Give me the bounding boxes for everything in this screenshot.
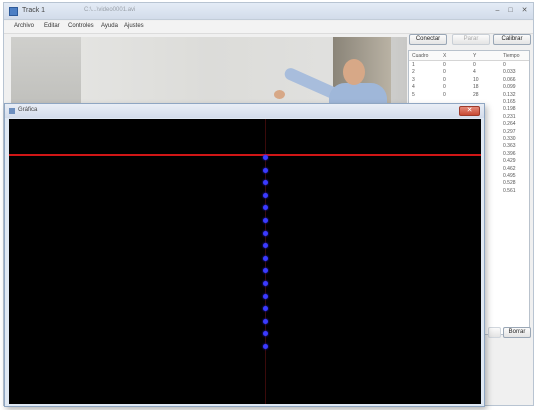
track-point bbox=[263, 293, 268, 299]
minimize-button[interactable]: – bbox=[491, 6, 504, 16]
table-cell: 0 bbox=[443, 91, 446, 98]
table-cell: 4 bbox=[412, 84, 415, 91]
table-cell: 0.495 bbox=[503, 173, 516, 179]
table-cell: 0.099 bbox=[503, 84, 516, 91]
graph-window: Gráfica ✕ bbox=[4, 103, 485, 407]
secondary-action-button[interactable] bbox=[488, 327, 501, 338]
track-point bbox=[263, 306, 268, 312]
table-cell: 0 bbox=[503, 62, 506, 68]
track-point bbox=[263, 218, 268, 223]
table-cell: 0.198 bbox=[503, 106, 516, 113]
table-cell: 5 bbox=[412, 91, 415, 98]
table-cell: 4 bbox=[473, 69, 476, 76]
table-cell: 0 bbox=[443, 76, 446, 83]
track-point bbox=[263, 331, 268, 337]
table-cell: 0.330 bbox=[503, 136, 516, 142]
menu-bar: Archivo Editar Controles Ayuda Ajustes bbox=[4, 21, 533, 34]
menu-item-ayuda[interactable]: Ayuda bbox=[101, 23, 118, 29]
track-point bbox=[263, 255, 268, 261]
graph-window-icon bbox=[9, 108, 15, 114]
table-cell: 0.561 bbox=[503, 187, 516, 194]
track-point bbox=[263, 344, 268, 349]
table-cell: 0.165 bbox=[503, 99, 516, 105]
table-cell: 0.066 bbox=[503, 76, 516, 83]
close-button[interactable]: ✕ bbox=[518, 6, 531, 16]
calibrate-button[interactable]: Calibrar bbox=[493, 34, 531, 45]
menu-item-controles[interactable]: Controles bbox=[68, 23, 94, 29]
track-point bbox=[263, 281, 268, 286]
table-cell: 0.396 bbox=[503, 150, 516, 157]
stop-button[interactable]: Parar bbox=[452, 34, 490, 45]
window-title: Track 1 bbox=[22, 7, 46, 14]
connect-button[interactable]: Conectar bbox=[409, 34, 447, 45]
table-cell: 0.297 bbox=[503, 128, 516, 135]
column-header-y[interactable]: Y bbox=[473, 53, 476, 60]
table-cell: 0.429 bbox=[503, 158, 516, 165]
table-cell: 0.132 bbox=[503, 91, 516, 98]
column-header-time[interactable]: Tiempo bbox=[503, 53, 520, 60]
track-point bbox=[263, 243, 268, 249]
menu-item-archivo[interactable]: Archivo bbox=[14, 23, 34, 29]
table-cell: 0.231 bbox=[503, 113, 516, 120]
table-cell: 18 bbox=[473, 84, 479, 91]
table-row[interactable]: 4 0 18 0.099 bbox=[409, 84, 529, 91]
table-cell: 1 bbox=[412, 62, 415, 68]
track-point bbox=[263, 192, 268, 198]
table-cell: 0.528 bbox=[503, 180, 516, 187]
table-cell: 0 bbox=[443, 84, 446, 91]
graph-window-close-button[interactable]: ✕ bbox=[459, 106, 480, 116]
person-hand bbox=[274, 90, 285, 99]
horizontal-reference-line bbox=[9, 154, 481, 156]
tracking-display-canvas[interactable] bbox=[9, 119, 481, 404]
window-file-path: C:\...\video0001.avi bbox=[84, 7, 136, 13]
table-header: Cuadro X Y Tiempo bbox=[409, 51, 529, 61]
table-cell: 0 bbox=[473, 62, 476, 68]
table-row[interactable]: 1 0 0 0 bbox=[409, 62, 529, 69]
track-point bbox=[263, 318, 268, 324]
table-row[interactable]: 2 0 4 0.033 bbox=[409, 69, 529, 76]
table-cell: 0.033 bbox=[503, 69, 516, 76]
table-row[interactable]: 3 0 10 0.066 bbox=[409, 77, 529, 84]
table-cell: 3 bbox=[412, 76, 415, 83]
column-header-x[interactable]: X bbox=[443, 53, 446, 60]
app-icon bbox=[9, 7, 18, 16]
table-cell: 0 bbox=[443, 62, 446, 68]
track-point bbox=[263, 230, 268, 236]
table-cell: 10 bbox=[473, 76, 479, 83]
clear-button[interactable]: Borrar bbox=[503, 327, 531, 338]
table-cell: 0.363 bbox=[503, 143, 516, 150]
maximize-button[interactable]: □ bbox=[504, 6, 517, 16]
track-point bbox=[263, 268, 268, 274]
track-point bbox=[263, 155, 268, 160]
graph-window-title-bar: Gráfica ✕ bbox=[5, 104, 484, 118]
menu-item-editar[interactable]: Editar bbox=[44, 23, 60, 29]
table-row[interactable]: 5 0 28 0.132 bbox=[409, 92, 529, 99]
table-cell: 0.462 bbox=[503, 165, 516, 172]
table-cell: 28 bbox=[473, 91, 479, 98]
vertical-guide-line bbox=[265, 119, 266, 404]
track-point bbox=[263, 167, 268, 173]
menu-item-ajustes[interactable]: Ajustes bbox=[124, 23, 144, 29]
track-point bbox=[263, 180, 268, 186]
person-head bbox=[343, 59, 365, 85]
table-cell: 0.264 bbox=[503, 121, 516, 128]
title-bar: Track 1 C:\...\video0001.avi – □ ✕ bbox=[4, 3, 533, 20]
table-cell: 2 bbox=[412, 69, 415, 76]
column-header-frame[interactable]: Cuadro bbox=[412, 53, 428, 60]
table-cell: 0 bbox=[443, 69, 446, 76]
track-point bbox=[263, 205, 268, 211]
graph-window-title: Gráfica bbox=[18, 107, 38, 113]
